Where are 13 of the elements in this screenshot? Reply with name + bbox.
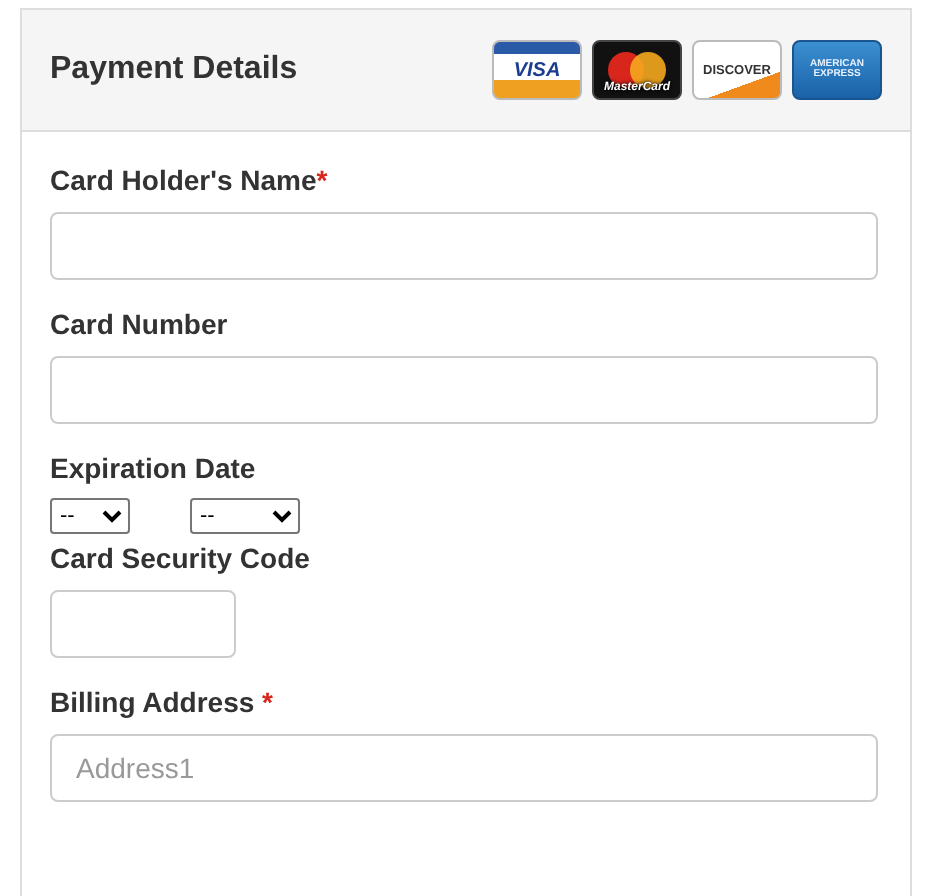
field-label: Card Security Code (50, 542, 310, 574)
field-label: Card Holder's Name* (50, 164, 328, 196)
visa-card-logo: VISA (492, 40, 582, 100)
panel-title: Payment Details (50, 52, 298, 88)
month-dropdown[interactable]: -- (50, 498, 130, 534)
input-field[interactable]: Address1 (50, 734, 878, 802)
field-label: Expiration Date (50, 452, 256, 484)
input-field[interactable] (50, 590, 236, 658)
input-field[interactable] (50, 212, 878, 280)
field-label: Card Number (50, 308, 228, 340)
year-dropdown[interactable]: -- (190, 498, 300, 534)
input-field[interactable] (50, 356, 878, 424)
field-label: Billing Address * (50, 686, 274, 718)
